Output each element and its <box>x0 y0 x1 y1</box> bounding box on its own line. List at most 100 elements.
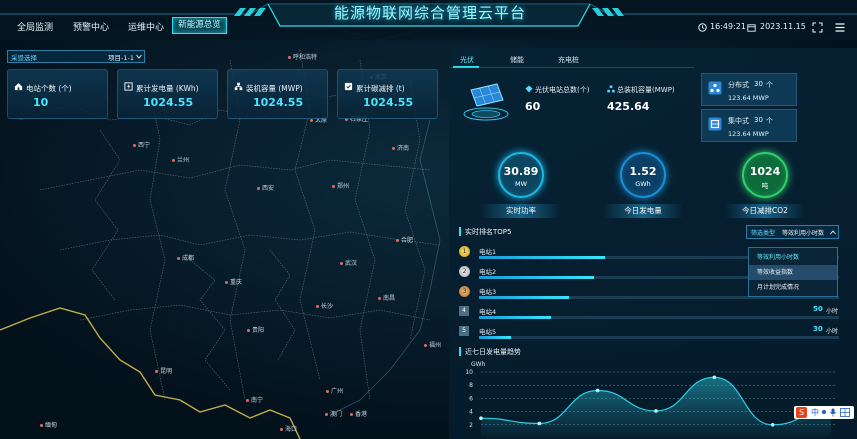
centralized-icon <box>708 117 722 131</box>
capacity-icon <box>607 85 615 93</box>
right-panel: 光伏 储能 充电桩 光伏电站总数(个) 60 总装机容量(MWP) 425.64… <box>449 48 857 439</box>
rank-name: 电站3 <box>479 288 497 296</box>
gauge-label: 实时功率 <box>481 204 561 218</box>
gauge-label: 今日减排CO2 <box>725 204 805 218</box>
map-city-label: 济南 <box>392 143 409 152</box>
ime-punctuation-icon <box>822 410 826 414</box>
stat-label: 累计发电量 (KWh) <box>136 84 199 93</box>
today-co2-reduction-gauge: 1024 吨 <box>742 152 788 198</box>
rank-unit: 小时 <box>826 328 839 335</box>
trend-point[interactable] <box>712 375 717 380</box>
trend-point[interactable] <box>770 423 775 427</box>
dropdown-option[interactable]: 月计划完成情况 <box>749 280 837 295</box>
tab-divider <box>449 67 694 68</box>
trend-point[interactable] <box>654 409 658 413</box>
ime-language-label: 中 <box>811 408 819 417</box>
nav-global-monitor[interactable]: 全局监测 <box>17 20 53 33</box>
map-city-label: 武汉 <box>340 258 357 267</box>
map-city-label: 福州 <box>424 340 441 349</box>
trend-line-chart: GWh 2 4 6 8 10 <box>465 361 837 438</box>
trend-title: 近七日发电量趋势 <box>465 348 521 356</box>
menu-icon[interactable] <box>835 23 845 32</box>
map-city-label: 合肥 <box>396 235 413 244</box>
map-city-label: 郑州 <box>332 181 349 190</box>
silver-medal-icon: 2 <box>459 266 470 277</box>
rank-bar-fill <box>479 296 569 299</box>
rank-name: 电站1 <box>479 248 497 256</box>
dropdown-option[interactable]: 等效收益指数 <box>749 265 837 280</box>
y-tick-label: 4 <box>469 409 473 416</box>
distributed-icon <box>708 81 722 95</box>
rank-number: 4 <box>459 306 469 316</box>
tab-charging[interactable]: 充电桩 <box>558 55 579 65</box>
stat-label: 累计碳减排 (t) <box>356 84 405 93</box>
project-select-label: 采毁选择 <box>11 54 37 62</box>
fullscreen-icon[interactable] <box>812 22 823 33</box>
solar-panel-icon <box>463 83 509 121</box>
filter-label: 筛选类型 <box>751 230 776 237</box>
distributed-card: 分布式 30 个 123.64 MWP <box>701 73 797 106</box>
rank-number: 5 <box>459 326 469 336</box>
map-city-label: 海口 <box>280 424 297 433</box>
gauge-value: 1024 <box>749 165 781 178</box>
map-city-label: 香港 <box>350 409 367 418</box>
y-tick-label: 8 <box>469 382 473 389</box>
gauge-label: 今日发电量 <box>603 204 683 218</box>
rank-bar-track <box>479 336 839 339</box>
home-icon <box>14 83 23 91</box>
ime-toolbar[interactable]: S 中 <box>794 406 854 419</box>
nav-ops-center[interactable]: 运维中心 <box>128 20 164 33</box>
stat-value: 1024.55 <box>363 96 414 109</box>
realtime-power-gauge: 30.89 MW <box>498 152 544 198</box>
clock-icon <box>698 23 707 32</box>
calendar-icon <box>747 24 756 32</box>
stat-card-station-count: 电站个数 (个) 10 <box>7 69 108 119</box>
gauge-value: 30.89 <box>503 165 539 178</box>
rank-unit: 小时 <box>826 308 839 315</box>
current-date: 2023.11.15 <box>760 22 806 31</box>
map-city-label: 成都 <box>177 253 194 262</box>
ranking-filter-select[interactable]: 筛选类型 等效利用小时数 <box>746 225 839 239</box>
trend-point[interactable] <box>537 421 542 426</box>
tab-pv[interactable]: 光伏 <box>460 55 474 65</box>
carbon-icon <box>344 82 353 91</box>
current-time: 16:49:21 <box>710 22 746 31</box>
map-city-label: 缅甸 <box>40 420 57 429</box>
y-tick-label: 2 <box>469 422 473 429</box>
nav-alert-center[interactable]: 预警中心 <box>73 20 109 33</box>
top-header: 全局监测 预警中心 运维中心 新能源总览 能源物联网综合管理云平台 16:49:… <box>0 0 857 40</box>
project-select[interactable]: 采毁选择 项目-1-1 <box>7 50 145 63</box>
nav-new-energy-overview[interactable]: 新能源总览 <box>172 17 227 34</box>
stat-value: 1024.55 <box>143 96 194 109</box>
section-marker <box>459 227 461 236</box>
distributed-unit: 个 <box>766 81 773 89</box>
microphone-icon <box>830 408 836 417</box>
rank-bar-fill <box>479 256 605 259</box>
centralized-capacity: 123.64 MWP <box>728 130 769 138</box>
pv-station-icon <box>525 85 533 93</box>
grid-icon <box>840 408 850 417</box>
map-city-label: 南昌 <box>378 293 395 302</box>
rank-row[interactable]: 5 电站5 30 小时 <box>459 325 839 342</box>
map-city-label: 广州 <box>326 386 343 395</box>
dropdown-option[interactable]: 等效利用小时数 <box>749 250 837 265</box>
trend-point[interactable] <box>595 388 600 393</box>
stat-label: 电站个数 (个) <box>26 84 72 93</box>
centralized-label: 集中式 <box>728 117 749 125</box>
gauge-unit: MW <box>514 180 528 188</box>
rank-row[interactable]: 4 电站4 50 小时 <box>459 305 839 322</box>
map-city-label: 南宁 <box>246 395 263 404</box>
y-axis-unit-label: GWh <box>471 361 486 368</box>
map-city-label: 昆明 <box>155 366 172 375</box>
gauge-value: 1.52 <box>629 165 657 178</box>
map-city-label: 西安 <box>257 183 274 192</box>
tab-storage[interactable]: 储能 <box>510 55 524 65</box>
map-city-label: 长沙 <box>316 301 333 310</box>
rank-value: 30 <box>813 325 823 333</box>
map-city-label: 西宁 <box>133 140 150 149</box>
ranking-title: 实时排名TOP5 <box>465 228 512 236</box>
centralized-card: 集中式 30 个 123.64 MWP <box>701 109 797 142</box>
stat-card-carbon-reduction: 累计碳减排 (t) 1024.55 <box>337 69 438 119</box>
trend-point[interactable] <box>479 416 483 420</box>
pv-count-label: 光伏电站总数(个) <box>535 86 590 94</box>
